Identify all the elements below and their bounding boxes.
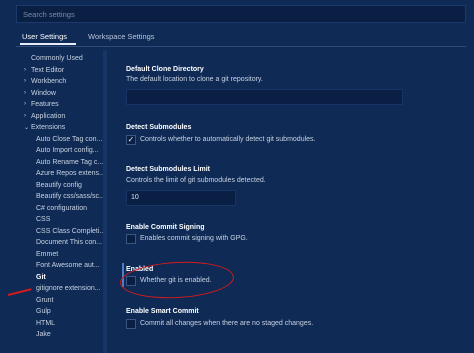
submodules-limit-desc: Controls the limit of git submodules det… — [126, 177, 266, 184]
tree-item[interactable]: Git — [0, 273, 108, 284]
tree-item-label: C# configuration — [36, 204, 87, 212]
tree-item[interactable]: › Window — [0, 89, 108, 100]
chevron-right-icon: › — [24, 78, 26, 84]
tree-item[interactable]: Beautify css/sass/sc... — [0, 192, 108, 203]
tree-item[interactable]: Auto Rename Tag c... — [0, 158, 108, 169]
chevron-right-icon: › — [24, 89, 26, 96]
settings-tree: Commonly Used › Text Editor › Workbench › Wind… — [0, 50, 108, 353]
tree-item[interactable]: Grunt — [0, 296, 108, 307]
submodules-limit-title: Detect Submodules Limit — [126, 166, 211, 173]
tree-item-label: Jake — [36, 331, 51, 338]
tree-item-label: Workbench — [31, 78, 67, 85]
clone-dir-desc: The default location to clone a git repo… — [126, 76, 263, 83]
settings-tabs: User Settings Workspace Settings — [16, 28, 466, 46]
tree-item-label: Auto Import config... — [36, 147, 99, 154]
settings-panel: Default Clone Directory The default loca… — [118, 50, 466, 353]
tree-item[interactable]: Auto Close Tag con... — [0, 135, 108, 146]
tree-item[interactable]: Beautify config — [0, 181, 108, 192]
tree-item[interactable]: Document This con... — [0, 238, 108, 249]
submodules-limit-input[interactable]: 10 — [126, 190, 236, 206]
tree-item[interactable]: Commonly Used — [0, 54, 108, 65]
chevron-right-icon: › — [24, 112, 26, 119]
submodules-checkbox[interactable]: ✓ — [126, 135, 136, 145]
tree-item-label: Beautify config — [36, 181, 82, 189]
tree-item-label: Azure Repos extens... — [36, 170, 105, 177]
tree-item-label: Commonly Used — [31, 55, 83, 62]
tree-item[interactable]: HTML — [0, 319, 108, 330]
tree-item[interactable]: ⌄ Extensions — [0, 123, 108, 134]
tree-item-label: Auto Rename Tag c... — [36, 158, 104, 166]
tree-item[interactable]: Gulp — [0, 307, 108, 318]
smart-commit-title: Enable Smart Commit — [126, 308, 199, 315]
submodules-title: Detect Submodules — [126, 124, 192, 131]
tree-item[interactable]: › Features — [0, 100, 108, 111]
tree-item-label: Features — [31, 101, 59, 108]
tree-item-label: gitignore extension... — [36, 285, 101, 292]
tree-item-label: Grunt — [36, 296, 54, 304]
smart-commit-checkbox[interactable] — [126, 319, 136, 329]
tree-item[interactable]: CSS Class Completi... — [0, 227, 108, 238]
clone-dir-title: Default Clone Directory — [126, 66, 204, 73]
commit-signing-checkbox[interactable] — [126, 234, 136, 244]
commit-signing-title: Enable Commit Signing — [126, 224, 205, 231]
tree-item[interactable]: Azure Repos extens... — [0, 169, 108, 180]
tree-item[interactable]: › Workbench — [0, 77, 108, 88]
tree-item[interactable]: Auto Import config... — [0, 146, 108, 157]
tree-item-label: Auto Close Tag con... — [36, 135, 103, 143]
chevron-right-icon: › — [24, 66, 26, 73]
tree-item-label: Application — [31, 112, 66, 120]
tree-item-label: CSS — [36, 216, 51, 223]
tab-workspace-settings[interactable]: Workspace Settings — [88, 32, 155, 41]
tree-item[interactable]: C# configuration — [0, 204, 108, 215]
tree-item-label: Git — [36, 273, 46, 281]
tabs-divider — [16, 46, 466, 47]
chevron-right-icon: › — [24, 101, 26, 107]
tree-item-label: Extensions — [31, 124, 66, 131]
search-input[interactable]: Search settings — [16, 5, 466, 23]
tree-item-label: Font Awesome aut... — [36, 262, 100, 269]
tree-item-label: CSS Class Completi... — [36, 227, 106, 235]
tab-user-settings[interactable]: User Settings — [22, 32, 67, 41]
tree-scrollbar[interactable] — [103, 50, 107, 353]
tree-item[interactable]: › Application — [0, 112, 108, 123]
tree-item[interactable]: Emmet — [0, 250, 108, 261]
tree-item-label: Text Editor — [31, 66, 65, 74]
chevron-down-icon: ⌄ — [24, 125, 30, 131]
submodules-label: Controls whether to automatically detect… — [140, 136, 316, 143]
smart-commit-label: Commit all changes when there are no sta… — [140, 320, 314, 327]
tree-item-label: Gulp — [36, 308, 51, 315]
tree-item[interactable]: CSS — [0, 215, 108, 226]
tree-item[interactable]: Jake — [0, 330, 108, 341]
tree-item-label: Document This con... — [36, 239, 103, 246]
tree-item[interactable]: › Text Editor — [0, 66, 108, 77]
tree-item-label: Window — [31, 89, 56, 97]
tree-item-label: Emmet — [36, 250, 59, 258]
tree-item[interactable]: Font Awesome aut... — [0, 261, 108, 272]
active-tab-indicator — [20, 43, 76, 45]
tree-item-label: Beautify css/sass/sc... — [36, 193, 105, 200]
tree-item-label: HTML — [36, 319, 56, 327]
clone-dir-input[interactable] — [126, 89, 403, 105]
commit-signing-label: Enables commit signing with GPG. — [140, 235, 248, 242]
